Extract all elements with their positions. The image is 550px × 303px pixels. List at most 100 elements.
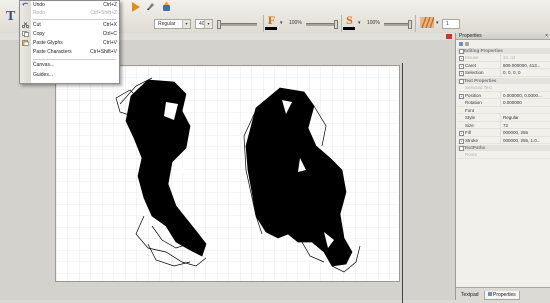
menu-item-undo[interactable]: Undo Ctrl+Z	[33, 2, 117, 9]
slider-thumb[interactable]	[217, 20, 221, 29]
font-size-select[interactable]: 400 ▾	[195, 19, 213, 29]
toolbar-divider	[415, 15, 416, 32]
chevron-down-icon[interactable]: ▾	[358, 20, 361, 26]
fill-color-icon[interactable]: F	[265, 14, 278, 31]
property-row[interactable]: + Position 0.000000, 0.0000...	[457, 91, 550, 99]
menu-item-label: Guides...	[33, 72, 54, 78]
stroke-opacity-slider[interactable]	[384, 20, 412, 29]
menu-item-label: Canvas...	[33, 62, 55, 68]
expand-icon[interactable]: +	[459, 93, 464, 99]
property-value: 32, 44	[500, 54, 550, 62]
stroke-opacity-value: 100%	[367, 20, 380, 26]
property-key: Style	[465, 115, 476, 120]
property-row[interactable]: + Mouse 32, 44	[457, 54, 550, 62]
property-row[interactable]: Selected Text	[457, 84, 550, 92]
property-row[interactable]: + Stroke 000000, 255, 1.0...	[457, 136, 550, 144]
property-value: 72	[500, 121, 550, 129]
menu-item-shortcut: Ctrl+Z	[103, 2, 117, 8]
chevron-down-icon[interactable]: ▾	[204, 20, 212, 28]
property-key: Route	[465, 152, 478, 157]
property-row[interactable]: + Caret 809.000000, 413...	[457, 61, 550, 69]
chevron-down-icon[interactable]: ▾	[436, 20, 439, 26]
tab-properties[interactable]: Properties	[484, 291, 520, 300]
property-value: 0, 0, 0, 0	[500, 69, 550, 77]
property-key: Stroke	[465, 137, 479, 143]
toolbar-divider	[263, 15, 264, 32]
menu-item-canvas[interactable]: Canvas...	[33, 62, 117, 69]
property-row[interactable]: + Selection 0, 0, 0, 0	[457, 69, 550, 77]
menu-item-redo[interactable]: Redo Ctrl+Shift+Z	[33, 10, 117, 17]
play-icon[interactable]	[132, 2, 140, 12]
fill-color-swatch	[265, 27, 277, 30]
property-key: Mouse	[465, 55, 479, 60]
property-key: Fill	[465, 130, 471, 135]
menu-item-paste-glyphs[interactable]: Paste Glyphs Ctrl+V	[33, 40, 117, 47]
text-tool-icon[interactable]: T	[6, 9, 15, 25]
menu-item-paste-characters[interactable]: Paste Characters Ctrl+Shift+V	[33, 49, 117, 56]
count-field[interactable]: 1	[442, 19, 460, 29]
stroke-color-icon[interactable]: S	[343, 14, 356, 31]
panel-title: Properties	[459, 33, 482, 39]
toolbar-divider	[341, 15, 342, 32]
chevron-down-icon[interactable]: ▾	[182, 20, 190, 28]
category-label: Editing Properties	[464, 48, 503, 53]
fill-opacity-slider[interactable]	[306, 20, 338, 29]
font-style-value: Regular	[158, 21, 176, 27]
menu-item-label: Copy	[33, 31, 45, 37]
panel-tabs: Textpad Properties	[456, 287, 550, 301]
close-icon[interactable]: ×	[545, 33, 548, 40]
undo-icon	[22, 2, 29, 8]
edit-menu: Undo Ctrl+Z Redo Ctrl+Shift+Z Cut Ctrl+X…	[19, 0, 120, 84]
pen-icon[interactable]	[146, 2, 155, 11]
property-row[interactable]: Rotation 0.000000	[457, 99, 550, 107]
font-style-select[interactable]: Regular ▾	[154, 19, 191, 29]
menu-item-label: Redo	[33, 10, 45, 16]
stroke-pattern-icon[interactable]	[420, 16, 435, 29]
menu-item-guides[interactable]: Guides...	[33, 72, 117, 79]
property-key: Selected Text	[465, 85, 492, 90]
properties-tab-icon	[488, 292, 492, 296]
property-value: 0.000000, 0.0000...	[500, 91, 550, 99]
stroke-letter: S	[346, 13, 353, 27]
font-size-slider[interactable]	[217, 20, 257, 29]
property-value: 000000, 255, 1.0...	[500, 136, 550, 144]
property-row[interactable]: Route	[457, 151, 550, 159]
text-caret	[402, 63, 403, 303]
expand-icon[interactable]: +	[459, 63, 464, 69]
expand-icon[interactable]: +	[459, 138, 464, 144]
expand-icon[interactable]: +	[459, 131, 464, 136]
property-value: Regular	[500, 114, 550, 122]
property-key: Position	[465, 92, 482, 98]
paste-icon	[22, 40, 29, 46]
menu-item-label: Cut	[33, 22, 41, 28]
properties-header: Properties ×	[456, 33, 550, 40]
slider-thumb[interactable]	[408, 20, 412, 29]
slider-thumb[interactable]	[334, 20, 338, 29]
bucket-icon[interactable]	[161, 1, 172, 12]
stroke-color-swatch	[343, 27, 355, 30]
property-key: Caret	[465, 62, 477, 68]
category-label: TextPaths	[464, 145, 486, 150]
chevron-down-icon[interactable]: ▾	[280, 20, 283, 26]
tab-label: Properties	[493, 292, 516, 298]
menu-item-shortcut: Ctrl+X	[102, 22, 117, 28]
menu-separator	[33, 19, 116, 20]
close-icon[interactable]	[446, 34, 452, 39]
property-row[interactable]: Font	[457, 107, 550, 114]
count-value: 1	[446, 21, 449, 27]
fill-letter: F	[267, 13, 276, 27]
expand-icon[interactable]: +	[459, 56, 464, 61]
expand-icon[interactable]: +	[459, 71, 464, 76]
menu-item-cut[interactable]: Cut Ctrl+X	[33, 22, 117, 29]
property-row[interactable]: Size 72	[457, 121, 550, 129]
artboard[interactable]	[55, 65, 400, 282]
menu-item-shortcut: Ctrl+Shift+V	[90, 49, 117, 55]
property-row[interactable]: Style Regular	[457, 114, 550, 122]
alphabetical-icon[interactable]	[465, 42, 469, 46]
categorized-icon[interactable]	[459, 42, 463, 46]
tab-textpad[interactable]: Textpad	[458, 291, 482, 300]
property-value: 809.000000, 413...	[500, 61, 550, 69]
property-row[interactable]: + Fill 000000, 255	[457, 129, 550, 137]
menu-item-copy[interactable]: Copy Ctrl+C	[33, 31, 117, 38]
menu-item-shortcut: Ctrl+V	[102, 40, 117, 46]
